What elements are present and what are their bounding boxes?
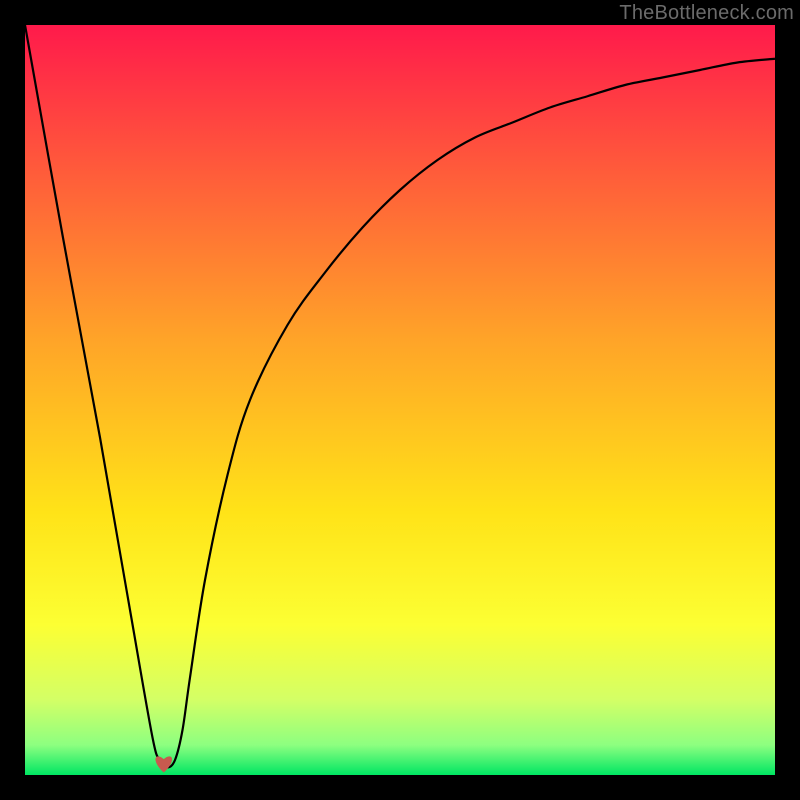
watermark-text: TheBottleneck.com bbox=[619, 2, 794, 25]
chart-container: TheBottleneck.com bbox=[0, 0, 800, 800]
bottleneck-chart bbox=[0, 0, 800, 800]
gradient-background bbox=[25, 25, 775, 775]
